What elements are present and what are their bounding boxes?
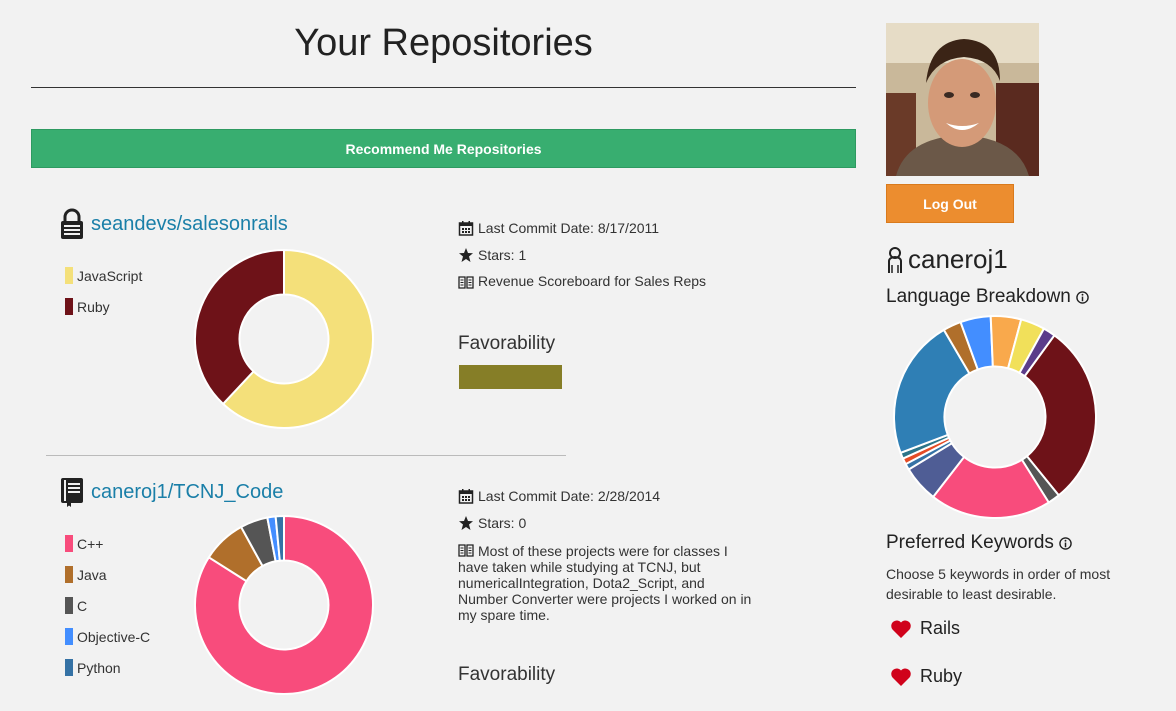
legend-label: JavaScript <box>77 267 143 284</box>
star-icon <box>459 248 473 262</box>
legend-item: Ruby <box>65 291 142 322</box>
logout-button[interactable]: Log Out <box>886 184 1014 223</box>
legend-item: Python <box>65 652 150 683</box>
heart-icon[interactable] <box>890 667 912 687</box>
preferred-keywords-title: Preferred Keywords <box>886 532 1072 554</box>
keyword-label: Rails <box>920 618 961 638</box>
username: caneroj1 <box>908 244 1008 274</box>
repo-link[interactable]: seandevs/salesonrails <box>91 213 288 236</box>
info-icon[interactable] <box>1076 290 1089 304</box>
book-open-icon <box>458 544 474 557</box>
keywords-description: Choose 5 keywords in order of most desir… <box>886 566 1111 602</box>
book-open-icon <box>458 276 474 289</box>
repo-card-salesonrails: seandevs/salesonrails JavaScript Ruby La… <box>31 208 856 448</box>
keyword-item[interactable]: Ruby <box>890 666 962 687</box>
legend-label: Objective-C <box>77 628 151 645</box>
legend-swatch <box>65 298 73 315</box>
last-commit-row: Last Commit Date: 2/28/2014 <box>458 487 758 505</box>
last-commit-date: Last Commit Date: 8/17/2011 <box>478 220 660 236</box>
language-legend: JavaScript Ruby <box>65 260 142 322</box>
stars-row: Stars: 0 <box>458 514 758 532</box>
legend-label: C <box>77 597 88 614</box>
book-icon <box>61 478 83 507</box>
favorability-bar[interactable] <box>459 365 562 389</box>
legend-label: Java <box>77 566 107 583</box>
last-commit-row: Last Commit Date: 8/17/2011 <box>458 219 758 237</box>
repo-description: Revenue Scoreboard for Sales Reps <box>478 273 707 289</box>
legend-label: C++ <box>77 535 104 552</box>
keyword-label: Ruby <box>920 666 963 686</box>
stars-count: Stars: 1 <box>478 247 527 263</box>
legend-item: Objective-C <box>65 621 150 652</box>
language-legend: C++ Java C Objective-C Python <box>65 528 150 683</box>
page-title: Your Repositories <box>294 22 593 64</box>
stars-count: Stars: 0 <box>478 515 527 531</box>
legend-item: C++ <box>65 528 150 559</box>
repo-description: Most of these projects were for classes … <box>458 541 758 623</box>
legend-swatch <box>65 535 73 552</box>
legend-swatch <box>65 659 73 676</box>
heart-icon[interactable] <box>890 619 912 639</box>
legend-swatch <box>65 628 73 645</box>
legend-label: Python <box>77 659 121 676</box>
repo-link[interactable]: caneroj1/TCNJ_Code <box>91 481 283 504</box>
description-row: Most of these projects were for classes … <box>458 541 758 623</box>
repo-language-donut <box>194 514 374 695</box>
legend-item: JavaScript <box>65 260 142 291</box>
legend-swatch <box>65 566 73 583</box>
avatar <box>886 23 1039 176</box>
recommend-repositories-button[interactable]: Recommend Me Repositories <box>31 129 856 168</box>
stars-row: Stars: 1 <box>458 246 758 264</box>
keyword-item[interactable]: Rails <box>890 618 960 639</box>
user-icon <box>888 246 902 273</box>
repo-meta: Last Commit Date: 2/28/2014 Stars: 0 Mos… <box>458 487 758 632</box>
language-breakdown-donut <box>893 315 1097 519</box>
lock-icon <box>61 208 83 239</box>
language-breakdown-title: Language Breakdown <box>886 286 1089 308</box>
repo-divider <box>46 455 566 456</box>
profile-username-row: caneroj1 <box>886 244 1008 275</box>
repo-description-text: Most of these projects were for classes … <box>458 543 752 623</box>
star-icon <box>459 516 473 530</box>
repo-header: caneroj1/TCNJ_Code <box>59 476 283 508</box>
legend-item: Java <box>65 559 150 590</box>
legend-swatch <box>65 597 73 614</box>
repo-header: seandevs/salesonrails <box>59 208 288 240</box>
title-divider <box>31 87 856 88</box>
legend-swatch <box>65 267 73 284</box>
info-icon[interactable] <box>1059 536 1072 550</box>
calendar-icon <box>458 489 474 504</box>
repo-card-tcnj-code: caneroj1/TCNJ_Code C++ Java C Objective-… <box>31 476 856 711</box>
preferred-keywords-label: Preferred Keywords <box>886 532 1054 553</box>
calendar-icon <box>458 221 474 236</box>
avatar-photo <box>886 23 1039 176</box>
legend-item: C <box>65 590 150 621</box>
repo-language-donut <box>194 248 374 429</box>
favorability-label: Favorability <box>458 333 556 354</box>
legend-label: Ruby <box>77 298 110 315</box>
repo-meta: Last Commit Date: 8/17/2011 Stars: 1 Rev… <box>458 219 758 299</box>
last-commit-date: Last Commit Date: 2/28/2014 <box>478 488 661 504</box>
description-row: Revenue Scoreboard for Sales Reps <box>458 273 758 290</box>
language-breakdown-label: Language Breakdown <box>886 286 1071 307</box>
favorability-label: Favorability <box>458 664 556 685</box>
